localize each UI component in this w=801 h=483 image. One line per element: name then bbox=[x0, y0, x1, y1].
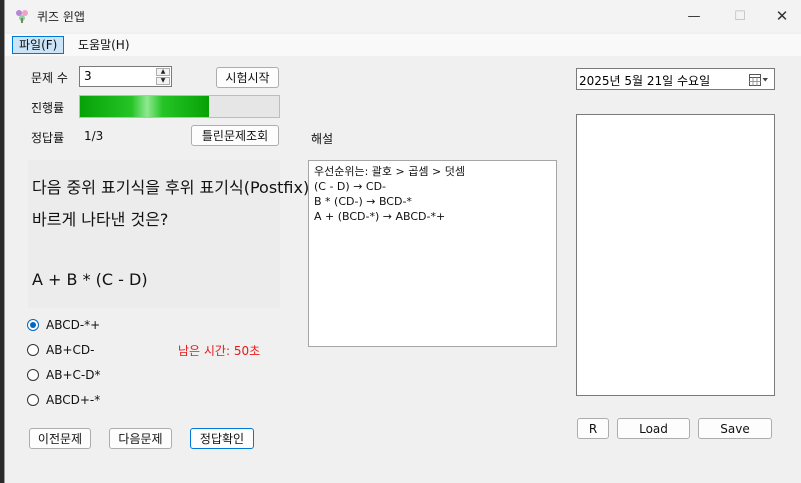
explanation-line: 우선순위는: 괄호 > 곱셈 > 덧셈 bbox=[314, 165, 465, 178]
wrong-questions-button[interactable]: 틀린문제조회 bbox=[191, 125, 279, 146]
start-exam-button[interactable]: 시험시작 bbox=[216, 67, 279, 88]
radio-icon bbox=[27, 394, 39, 406]
stepper-down-icon[interactable]: ▼ bbox=[156, 77, 170, 85]
close-button[interactable]: ✕ bbox=[759, 0, 801, 32]
app-window: 퀴즈 윈앱 — ☐ ✕ 파일(F) 도움말(H) 문제 수 3 ▲ ▼ 시험시작… bbox=[4, 0, 801, 483]
timer-text: 남은 시간: 50초 bbox=[178, 344, 261, 358]
question-text-line2: 바르게 나타낸 것은? bbox=[32, 210, 169, 229]
question-panel: 다음 중위 표기식을 후위 표기식(Postfix)으로 바르게 나타낸 것은?… bbox=[28, 160, 339, 308]
explanation-textbox[interactable]: 우선순위는: 괄호 > 곱셈 > 덧셈 (C - D) → CD- B * (C… bbox=[308, 160, 557, 347]
progress-bar bbox=[79, 95, 280, 118]
menu-help[interactable]: 도움말(H) bbox=[72, 36, 136, 54]
radio-checked-icon bbox=[27, 319, 39, 331]
explanation-line: B * (CD-) → BCD-* bbox=[314, 195, 412, 208]
option-1-label: ABCD-*+ bbox=[46, 318, 101, 332]
menu-bar: 파일(F) 도움말(H) bbox=[5, 34, 801, 56]
check-answer-button[interactable]: 정답확인 bbox=[190, 428, 254, 449]
next-question-button[interactable]: 다음문제 bbox=[109, 428, 172, 449]
prev-question-button[interactable]: 이전문제 bbox=[29, 428, 91, 449]
option-3-label: AB+C-D* bbox=[46, 368, 101, 382]
accuracy-value: 1/3 bbox=[84, 129, 104, 143]
load-button[interactable]: Load bbox=[617, 418, 690, 439]
menu-file[interactable]: 파일(F) bbox=[12, 36, 65, 54]
explanation-line: A + (BCD-*) → ABCD-*+ bbox=[314, 210, 446, 223]
radio-icon bbox=[27, 369, 39, 381]
question-count-label: 문제 수 bbox=[31, 71, 68, 85]
progress-label: 진행률 bbox=[31, 101, 65, 115]
question-text-line1: 다음 중위 표기식을 후위 표기식(Postfix)으로 bbox=[32, 178, 339, 197]
option-1-radio[interactable]: ABCD-*+ bbox=[27, 318, 100, 332]
radio-icon bbox=[27, 344, 39, 356]
date-picker[interactable]: 2025년 5월 21일 수요일 bbox=[576, 68, 775, 90]
app-icon bbox=[16, 10, 28, 23]
question-expression: A + B * (C - D) bbox=[32, 270, 148, 289]
explanation-line: (C - D) → CD- bbox=[314, 180, 387, 193]
calendar-dropdown-icon[interactable] bbox=[749, 72, 769, 86]
stepper-up-icon[interactable]: ▲ bbox=[156, 68, 170, 76]
accuracy-label: 정답률 bbox=[31, 131, 65, 145]
title-bar: 퀴즈 윈앱 — ☐ ✕ bbox=[5, 0, 801, 32]
save-button[interactable]: Save bbox=[698, 418, 772, 439]
progress-fill bbox=[80, 96, 210, 117]
question-count-stepper[interactable]: 3 ▲ ▼ bbox=[79, 66, 172, 87]
option-2-radio[interactable]: AB+CD- bbox=[27, 343, 94, 357]
right-panel-box bbox=[576, 114, 775, 396]
maximize-button[interactable]: ☐ bbox=[717, 0, 763, 32]
r-button[interactable]: R bbox=[577, 418, 609, 439]
question-count-value: 3 bbox=[84, 69, 92, 83]
option-4-radio[interactable]: ABCD+-* bbox=[27, 393, 100, 407]
explanation-label: 해설 bbox=[311, 132, 334, 146]
option-4-label: ABCD+-* bbox=[46, 393, 101, 407]
option-2-label: AB+CD- bbox=[46, 343, 95, 357]
minimize-button[interactable]: — bbox=[671, 0, 717, 32]
window-title: 퀴즈 윈앱 bbox=[37, 10, 85, 24]
option-3-radio[interactable]: AB+C-D* bbox=[27, 368, 100, 382]
date-text: 2025년 5월 21일 수요일 bbox=[579, 74, 711, 88]
